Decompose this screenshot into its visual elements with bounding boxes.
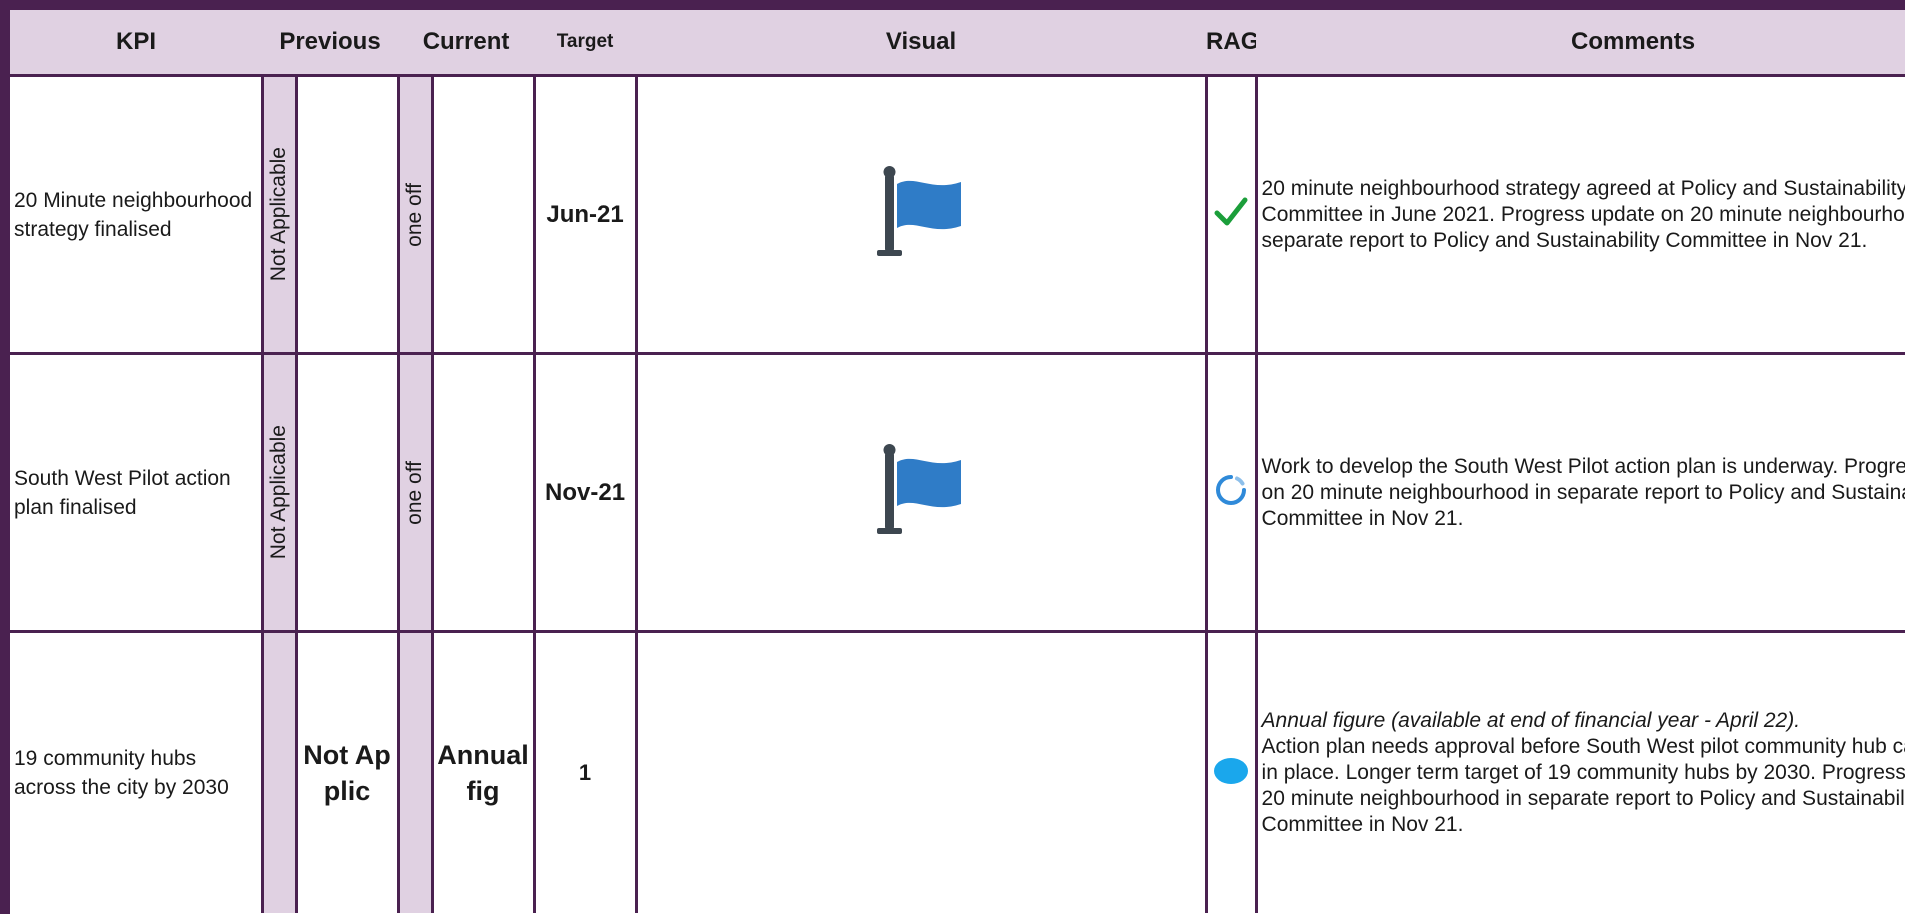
kpi-name: 20 Minute neighbourhood strategy finalis… [10, 74, 264, 355]
current-value [430, 74, 536, 355]
current-value: Annual fig [430, 630, 536, 913]
header-visual: Visual [636, 10, 1207, 77]
previous-strip [260, 630, 298, 913]
previous-label: Not Applicable [267, 147, 290, 282]
previous-value [294, 74, 400, 355]
kpi-name: South West Pilot action plan finalised [10, 352, 264, 633]
table-row: South West Pilot action plan finalised N… [10, 352, 1905, 633]
frequency-strip: one off [396, 74, 434, 355]
header-kpi: KPI [10, 10, 262, 77]
in-progress-icon [1216, 475, 1247, 505]
blue-dot-icon [1214, 757, 1249, 784]
previous-value [294, 352, 400, 633]
frequency-label: one off [403, 182, 427, 247]
table-row: 20 Minute neighbourhood strategy finalis… [10, 74, 1905, 355]
comment-text: 20 minute neighbourhood strategy agreed … [1254, 74, 1905, 355]
table-row: 19 community hubs across the city by 203… [10, 630, 1905, 913]
frequency-label: one off [403, 460, 427, 525]
kpi-table-frame: KPI Previous Current Target Visual RAG C… [10, 10, 1905, 914]
rag-cell [1204, 630, 1258, 913]
previous-strip: Not Applicable [260, 352, 298, 633]
visual-cell [634, 352, 1208, 633]
target-value: Jun-21 [532, 74, 638, 355]
flag-icon [877, 444, 962, 534]
previous-value: Not Applic [294, 630, 400, 913]
header-row: KPI Previous Current Target Visual RAG C… [10, 10, 1905, 77]
previous-label: Not Applicable [267, 425, 290, 560]
comment-body: Action plan needs approval before South … [1261, 735, 1905, 836]
previous-strip: Not Applicable [260, 74, 298, 355]
rag-cell [1204, 74, 1258, 355]
frequency-strip [396, 630, 434, 913]
header-current: Current [398, 10, 535, 77]
header-target: Target [534, 10, 637, 77]
comment-note: Annual figure (available at end of finan… [1261, 709, 1801, 732]
flag-icon [877, 166, 962, 256]
header-comments: Comments [1256, 10, 1905, 77]
kpi-name: 19 community hubs across the city by 203… [10, 630, 264, 913]
comment-text: Work to develop the South West Pilot act… [1254, 352, 1905, 633]
header-previous: Previous [262, 10, 399, 77]
rag-cell [1204, 352, 1258, 633]
visual-cell [634, 630, 1208, 913]
visual-cell [634, 74, 1208, 355]
comment-text: Annual figure (available at end of finan… [1254, 630, 1905, 913]
current-value [430, 352, 536, 633]
kpi-table: KPI Previous Current Target Visual RAG C… [10, 10, 1905, 913]
check-icon [1214, 197, 1248, 226]
target-value: Nov-21 [532, 352, 638, 633]
header-rag: RAG [1206, 10, 1257, 77]
target-value: 1 [532, 630, 638, 913]
frequency-strip: one off [396, 352, 434, 633]
